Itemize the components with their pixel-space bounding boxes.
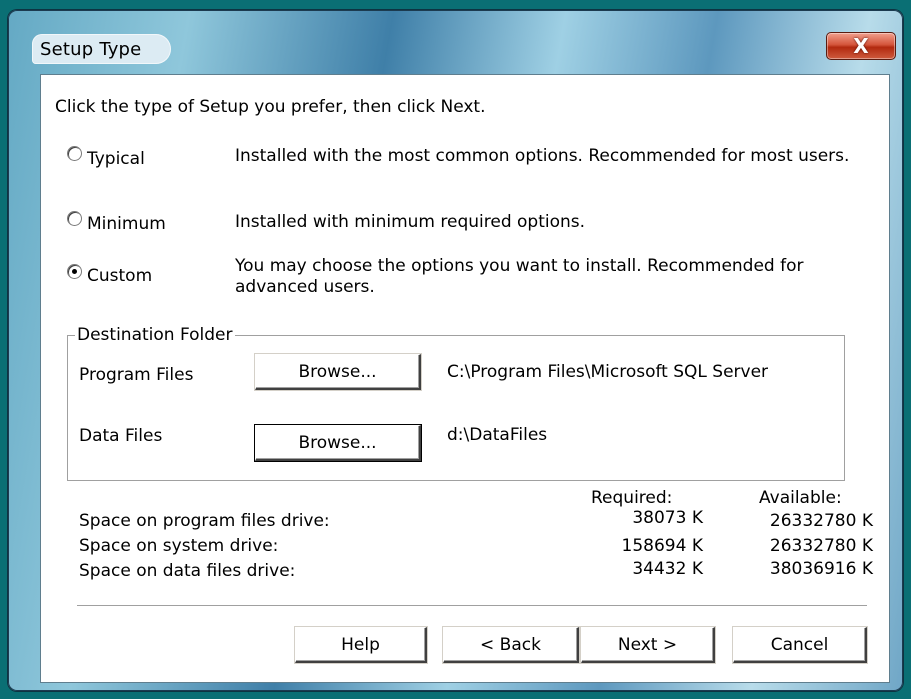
help-button[interactable]: Help [295, 627, 427, 663]
space-row-required: 34432 K [632, 559, 703, 579]
dialog-client-area: Click the type of Setup you prefer, then… [40, 74, 890, 683]
radio-minimum[interactable] [67, 211, 82, 226]
back-button[interactable]: < Back [443, 627, 579, 663]
space-row-required: 38073 K [632, 508, 703, 528]
close-button[interactable]: X [826, 32, 896, 60]
available-header: Available: [759, 488, 842, 508]
space-row-available: 26332780 K [769, 511, 873, 531]
space-row-label: Space on program files drive: [79, 511, 330, 531]
space-row-available: 38036916 K [769, 559, 873, 579]
program-files-browse-button[interactable]: Browse... [255, 354, 421, 390]
next-button[interactable]: Next > [581, 627, 715, 663]
destination-folder-label: Destination Folder [75, 325, 235, 345]
title-bar: Setup Type [32, 34, 172, 64]
option-description-custom-line1: You may choose the options you want to i… [235, 256, 804, 276]
option-description-minimum: Installed with minimum required options. [235, 212, 586, 232]
option-label-typical[interactable]: Typical [87, 149, 145, 169]
space-row-available: 26332780 K [769, 536, 873, 556]
space-row-required: 158694 K [621, 536, 703, 556]
data-files-browse-button[interactable]: Browse... [255, 425, 421, 461]
space-row-label: Space on data files drive: [79, 561, 296, 581]
destination-folder-group [67, 335, 845, 481]
setup-window: Setup Type X Click the type of Setup you… [8, 10, 903, 691]
program-files-label: Program Files [79, 365, 194, 385]
radio-custom[interactable] [67, 264, 82, 279]
space-row-label: Space on system drive: [79, 536, 279, 556]
required-header: Required: [591, 488, 673, 508]
option-description-typical: Installed with the most common options. … [235, 146, 850, 166]
option-label-custom[interactable]: Custom [87, 266, 152, 286]
window-title: Setup Type [40, 38, 142, 60]
option-label-minimum[interactable]: Minimum [87, 214, 166, 234]
data-files-path: d:\DataFiles [447, 425, 548, 445]
program-files-path: C:\Program Files\Microsoft SQL Server [447, 362, 769, 382]
close-icon: X [853, 34, 869, 58]
cancel-button[interactable]: Cancel [733, 627, 867, 663]
option-description-custom-line2: advanced users. [235, 277, 375, 297]
radio-typical[interactable] [67, 146, 82, 161]
instruction-text: Click the type of Setup you prefer, then… [55, 97, 486, 117]
separator-line [77, 605, 867, 607]
data-files-label: Data Files [79, 426, 163, 446]
